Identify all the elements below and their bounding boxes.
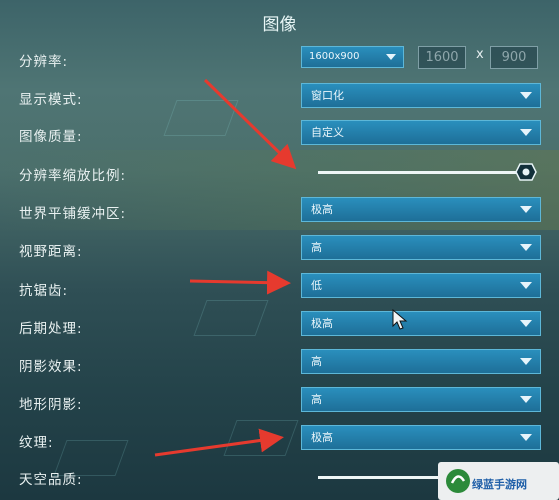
shadow-effect-label: 阴影效果: — [19, 359, 83, 375]
resolution-height-input[interactable]: 900 — [490, 46, 538, 69]
post-processing-dropdown[interactable]: 极高 — [301, 311, 541, 336]
image-quality-value: 自定义 — [311, 126, 344, 139]
view-distance-value: 高 — [311, 241, 322, 254]
world-buffer-label: 世界平铺缓冲区: — [19, 206, 127, 222]
anti-aliasing-value: 低 — [311, 279, 322, 292]
post-processing-label: 后期处理: — [19, 321, 83, 337]
mouse-cursor-icon — [392, 309, 408, 330]
display-mode-label: 显示模式: — [19, 92, 83, 108]
decor-hex — [223, 420, 299, 456]
image-quality-label: 图像质量: — [19, 129, 83, 145]
page-title: 图像 — [262, 15, 297, 35]
view-distance-dropdown[interactable]: 高 — [301, 235, 541, 260]
view-distance-label: 视野距离: — [19, 244, 83, 260]
display-mode-dropdown[interactable]: 窗口化 — [301, 83, 541, 108]
resolution-scale-label: 分辨率缩放比例: — [19, 168, 127, 184]
slider-handle[interactable] — [515, 163, 537, 181]
chevron-down-icon — [520, 282, 532, 289]
terrain-shadow-dropdown[interactable]: 高 — [301, 387, 541, 412]
resolution-width-input[interactable]: 1600 — [418, 46, 466, 69]
resolution-dropdown[interactable]: 1600x900 — [301, 46, 404, 68]
chevron-down-icon — [520, 434, 532, 441]
decor-hex — [193, 300, 269, 336]
watermark-text: 绿蓝手游网 — [472, 478, 527, 491]
resolution-value: 1600x900 — [309, 51, 360, 62]
chevron-down-icon — [520, 92, 532, 99]
chevron-down-icon — [520, 320, 532, 327]
image-quality-dropdown[interactable]: 自定义 — [301, 120, 541, 145]
watermark-logo-icon — [446, 469, 470, 493]
chevron-down-icon — [520, 396, 532, 403]
times-symbol: x — [476, 47, 484, 62]
world-buffer-value: 极高 — [311, 203, 333, 216]
texture-value: 极高 — [311, 431, 333, 444]
resolution-scale-slider[interactable] — [318, 171, 518, 174]
shadow-effect-dropdown[interactable]: 高 — [301, 349, 541, 374]
chevron-down-icon — [520, 244, 532, 251]
chevron-down-icon — [520, 206, 532, 213]
annotation-arrow — [189, 270, 291, 295]
sky-quality-label: 天空品质: — [19, 472, 83, 488]
chevron-down-icon — [520, 358, 532, 365]
terrain-shadow-value: 高 — [311, 393, 322, 406]
chevron-down-icon — [386, 54, 396, 60]
decor-hex — [163, 100, 239, 136]
world-buffer-dropdown[interactable]: 极高 — [301, 197, 541, 222]
texture-dropdown[interactable]: 极高 — [301, 425, 541, 450]
post-processing-value: 极高 — [311, 317, 333, 330]
resolution-label: 分辨率: — [19, 54, 69, 70]
sky-quality-slider[interactable] — [318, 476, 438, 479]
anti-aliasing-dropdown[interactable]: 低 — [301, 273, 541, 298]
anti-aliasing-label: 抗锯齿: — [19, 283, 69, 299]
display-mode-value: 窗口化 — [311, 89, 344, 102]
texture-label: 纹理: — [19, 435, 54, 451]
chevron-down-icon — [520, 129, 532, 136]
shadow-effect-value: 高 — [311, 355, 322, 368]
terrain-shadow-label: 地形阴影: — [19, 397, 83, 413]
